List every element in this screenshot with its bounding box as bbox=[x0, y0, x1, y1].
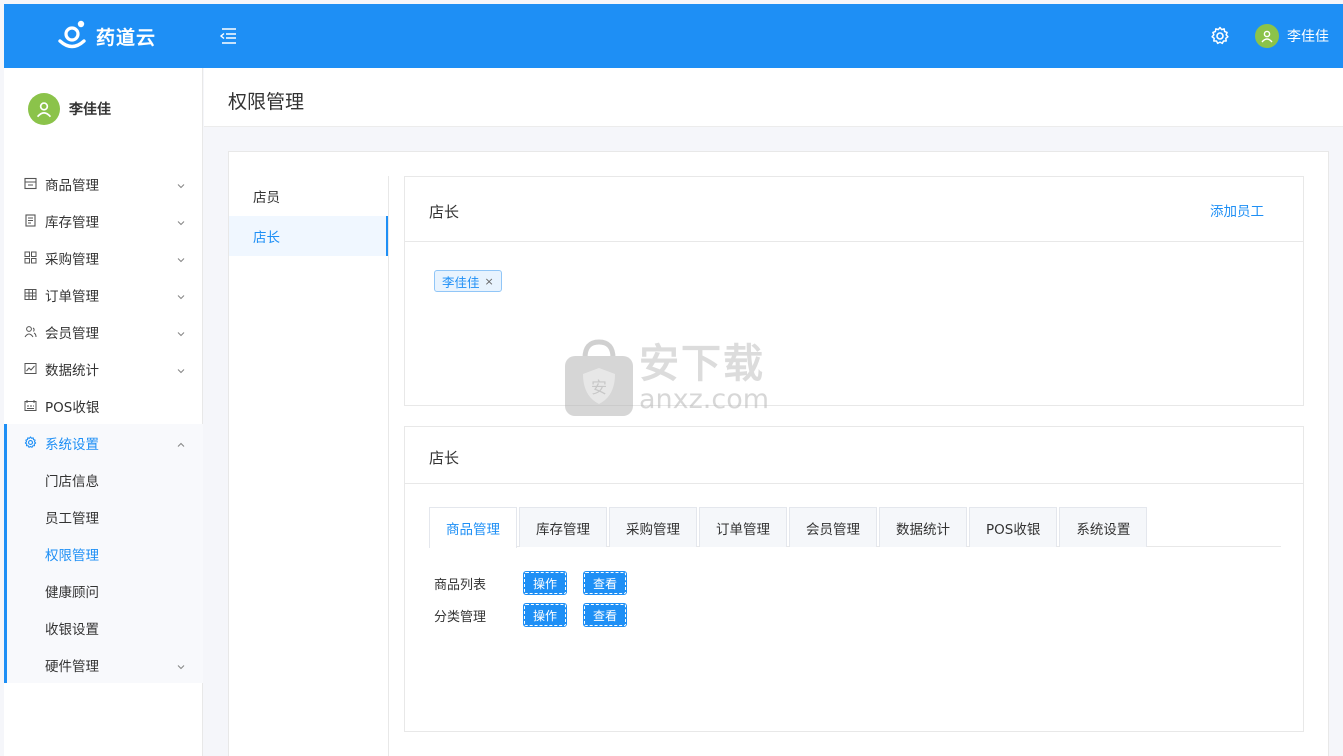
sidebar-subitem-label: 硬件管理 bbox=[45, 658, 99, 675]
avatar bbox=[28, 93, 60, 125]
permission-tabs: 商品管理 库存管理 采购管理 订单管理 会员管理 数据统计 POS收银 系统设置 bbox=[429, 507, 1281, 548]
top-bar: 药道云 李佳佳 bbox=[4, 4, 1343, 68]
sidebar-user-name: 李佳佳 bbox=[69, 102, 111, 118]
sidebar-subitem-health-advisor[interactable]: 健康顾问 bbox=[7, 572, 203, 609]
pos-icon bbox=[23, 399, 37, 413]
permission-card-title: 店长 bbox=[429, 449, 460, 467]
staff-tag: 李佳佳 × bbox=[434, 270, 502, 292]
tab-inventory[interactable]: 库存管理 bbox=[519, 507, 607, 547]
view-button[interactable]: 查看 bbox=[583, 571, 628, 595]
chevron-down-icon bbox=[177, 289, 185, 300]
permission-label: 商品列表 bbox=[434, 577, 487, 593]
user-name: 李佳佳 bbox=[1287, 29, 1329, 45]
settings-icon bbox=[23, 436, 37, 450]
permission-label: 分类管理 bbox=[434, 609, 487, 625]
shield-bag-icon: 安 bbox=[563, 338, 635, 418]
sidebar-item-label: 订单管理 bbox=[45, 288, 99, 305]
sidebar-group-settings: 系统设置 门店信息 员工管理 权限管理 健康顾问 收银设置 硬件管理 bbox=[4, 424, 203, 683]
role-item-manager[interactable]: 店长 bbox=[229, 216, 388, 256]
sidebar-item-label: 数据统计 bbox=[45, 362, 99, 379]
add-staff-link[interactable]: 添加员工 bbox=[1210, 200, 1264, 220]
operate-button[interactable]: 操作 bbox=[522, 603, 568, 627]
sidebar: 李佳佳 商品管理 库存管理 采购管理 订单管理 会员管理 数据统计 POS收银 … bbox=[4, 68, 203, 756]
chart-icon bbox=[23, 362, 37, 376]
sidebar-user: 李佳佳 bbox=[28, 93, 111, 125]
sidebar-item-statistics[interactable]: 数据统计 bbox=[4, 350, 203, 387]
tab-members[interactable]: 会员管理 bbox=[789, 507, 877, 547]
watermark-cn: 安下载 bbox=[639, 341, 765, 387]
sidebar-item-products[interactable]: 商品管理 bbox=[4, 165, 203, 202]
sidebar-item-purchase[interactable]: 采购管理 bbox=[4, 239, 203, 276]
tab-orders[interactable]: 订单管理 bbox=[699, 507, 787, 547]
tab-purchase[interactable]: 采购管理 bbox=[609, 507, 697, 547]
permissions-panel: 店员 店长 店长 添加员工 李佳佳 × 店长 商品管理 库存管理 采购管理 订单… bbox=[228, 151, 1329, 756]
sidebar-item-label: 库存管理 bbox=[45, 214, 99, 231]
sidebar-subitem-store-info[interactable]: 门店信息 bbox=[7, 461, 203, 498]
permission-card: 店长 商品管理 库存管理 采购管理 订单管理 会员管理 数据统计 POS收银 系… bbox=[404, 426, 1304, 732]
tab-statistics[interactable]: 数据统计 bbox=[879, 507, 967, 547]
sidebar-item-label: 系统设置 bbox=[45, 436, 99, 453]
sidebar-item-pos[interactable]: POS收银 bbox=[4, 387, 203, 424]
sidebar-item-label: 商品管理 bbox=[45, 177, 99, 194]
app-frame: 药道云 李佳佳 李佳佳 商品管理 库存管理 采购管理 订单管理 会员管理 数据统… bbox=[4, 4, 1343, 756]
tab-products[interactable]: 商品管理 bbox=[429, 507, 517, 548]
role-list: 店员 店长 bbox=[229, 176, 389, 756]
chevron-down-icon bbox=[177, 659, 185, 670]
chevron-down-icon bbox=[177, 252, 185, 263]
sidebar-item-inventory[interactable]: 库存管理 bbox=[4, 202, 203, 239]
sidebar-nav: 商品管理 库存管理 采购管理 订单管理 会员管理 数据统计 POS收银 系统设置… bbox=[4, 165, 203, 683]
role-item-clerk[interactable]: 店员 bbox=[229, 176, 388, 216]
user-menu[interactable]: 李佳佳 bbox=[1255, 24, 1329, 48]
settings-gear-icon[interactable] bbox=[1210, 26, 1230, 46]
operate-button[interactable]: 操作 bbox=[522, 571, 568, 595]
sidebar-item-label: 采购管理 bbox=[45, 251, 99, 268]
grid-icon bbox=[23, 251, 37, 265]
view-button[interactable]: 查看 bbox=[583, 603, 628, 627]
sidebar-item-label: 会员管理 bbox=[45, 325, 99, 342]
sidebar-item-members[interactable]: 会员管理 bbox=[4, 313, 203, 350]
permission-card-header: 店长 bbox=[405, 427, 1303, 484]
sidebar-subitem-cashier-settings[interactable]: 收银设置 bbox=[7, 609, 203, 646]
sidebar-subitem-staff[interactable]: 员工管理 bbox=[7, 498, 203, 535]
watermark-text: 安下载 anxz.com bbox=[639, 342, 769, 414]
permission-row: 分类管理 操作 查看 bbox=[434, 599, 644, 631]
chevron-down-icon bbox=[177, 326, 185, 337]
tab-settings[interactable]: 系统设置 bbox=[1059, 507, 1148, 547]
sidebar-subitem-hardware[interactable]: 硬件管理 bbox=[7, 646, 203, 683]
watermark: 安 安下载 anxz.com bbox=[563, 338, 769, 418]
staff-tag-label: 李佳佳 bbox=[442, 274, 480, 290]
chevron-down-icon bbox=[177, 215, 185, 226]
avatar bbox=[1255, 24, 1279, 48]
close-icon[interactable]: × bbox=[485, 275, 494, 288]
permission-row: 商品列表 操作 查看 bbox=[434, 567, 644, 599]
menu-toggle-icon[interactable] bbox=[218, 26, 240, 46]
inventory-icon bbox=[23, 214, 37, 228]
brand-name: 药道云 bbox=[96, 26, 157, 49]
chevron-up-icon bbox=[177, 437, 185, 447]
sidebar-item-settings[interactable]: 系统设置 bbox=[7, 424, 203, 461]
page-title-bar: 权限管理 bbox=[204, 68, 1343, 127]
permission-rows: 商品列表 操作 查看 分类管理 操作 查看 bbox=[434, 567, 644, 631]
sidebar-item-orders[interactable]: 订单管理 bbox=[4, 276, 203, 313]
sidebar-subitem-permissions[interactable]: 权限管理 bbox=[7, 535, 203, 572]
staff-card-header: 店长 添加员工 bbox=[405, 177, 1303, 242]
watermark-en: anxz.com bbox=[639, 384, 770, 415]
table-icon bbox=[23, 288, 37, 302]
sidebar-item-label: POS收银 bbox=[45, 399, 100, 416]
chevron-down-icon bbox=[177, 178, 185, 189]
page-title: 权限管理 bbox=[228, 91, 305, 113]
svg-text:安: 安 bbox=[591, 378, 607, 397]
members-icon bbox=[23, 325, 37, 339]
logo[interactable]: 药道云 bbox=[56, 18, 156, 54]
staff-card-title: 店长 bbox=[429, 203, 460, 221]
logo-icon bbox=[56, 19, 90, 53]
chevron-down-icon bbox=[177, 363, 185, 374]
shop-icon bbox=[23, 177, 37, 191]
staff-card: 店长 添加员工 李佳佳 × bbox=[404, 176, 1304, 406]
tab-pos[interactable]: POS收银 bbox=[969, 507, 1058, 547]
